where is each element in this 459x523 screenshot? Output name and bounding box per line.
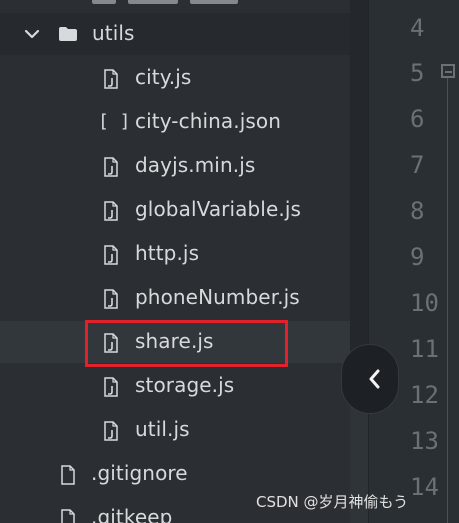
file-row-storage-js[interactable]: storage.js [0,365,350,407]
fold-guide-line [447,78,448,523]
file-icon [104,69,118,89]
file-label: http.js [135,241,200,265]
json-brackets-icon: [ ] [98,111,131,132]
file-label: dayjs.min.js [135,153,256,177]
file-explorer-sidebar: utils city.js [ ] city-china.json dayjs.… [0,0,350,523]
file-icon [104,289,118,309]
watermark-text: CSDN @岁月神偷もう [256,493,409,511]
file-row-util-js[interactable]: util.js [0,409,350,451]
file-icon [104,201,118,221]
file-label: city.js [135,65,192,89]
file-row-city-js[interactable]: city.js [0,57,350,99]
line-number: 9 [410,243,425,271]
line-number: 7 [410,151,425,179]
chevron-left-icon [369,369,380,389]
partial-label [92,0,116,4]
folder-row-utils[interactable]: utils [0,13,350,55]
line-number: 13 [410,427,439,455]
file-row-http-js[interactable]: http.js [0,233,350,275]
file-label: .gitignore [91,461,188,485]
line-number: 8 [410,197,425,225]
partially-visible-tree-row[interactable] [0,0,350,4]
file-row-globalvariable-js[interactable]: globalVariable.js [0,189,350,231]
file-icon [61,465,75,485]
file-label: phoneNumber.js [135,285,300,309]
file-label: globalVariable.js [135,197,302,221]
file-icon [61,509,75,523]
file-row-dayjs-min-js[interactable]: dayjs.min.js [0,145,350,187]
file-icon [104,157,118,177]
file-row-city-china-json[interactable]: [ ] city-china.json [0,101,350,143]
file-icon [104,333,118,353]
file-icon [104,377,118,397]
collapse-sidebar-button[interactable] [341,344,399,414]
chevron-down-icon[interactable] [23,25,41,43]
line-number: 6 [410,105,425,133]
file-row-phonenumber-js[interactable]: phoneNumber.js [0,277,350,319]
partial-label [128,0,178,4]
line-number: 12 [410,381,439,409]
file-icon [104,245,118,265]
line-number: 11 [410,335,439,363]
line-number: 14 [410,473,439,501]
partial-label [190,0,238,4]
file-row-share-js[interactable]: share.js [0,321,350,363]
fold-minus-icon[interactable] [441,64,455,78]
file-label: storage.js [135,373,235,397]
file-label: share.js [135,329,214,353]
file-icon [104,421,118,441]
code-editor-window: utils city.js [ ] city-china.json dayjs.… [0,0,459,523]
line-number: 4 [410,14,425,42]
file-row-gitignore[interactable]: .gitignore [0,453,350,495]
file-label: util.js [135,417,190,441]
file-label: city-china.json [135,109,282,133]
file-label: .gitkeep [91,505,173,523]
line-number: 10 [410,289,439,317]
folder-icon [59,27,77,41]
folder-label: utils [92,21,135,45]
